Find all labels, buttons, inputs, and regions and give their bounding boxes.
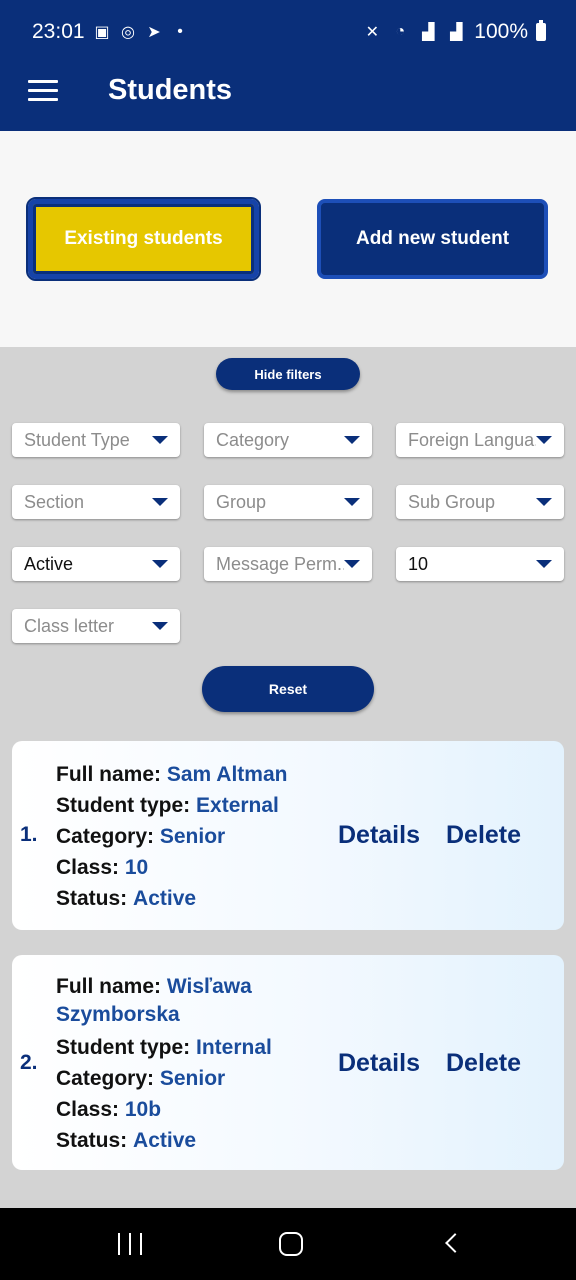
dropdown-label: Group — [216, 492, 267, 512]
student-type-value: Internal — [196, 1036, 272, 1059]
recent-apps-icon[interactable] — [118, 1233, 142, 1255]
mute-icon: ✕ — [365, 24, 379, 41]
full-name-label: Full name: — [56, 763, 162, 786]
status-label: Status: — [56, 887, 128, 910]
instagram-icon: ◎ — [121, 24, 135, 41]
home-icon[interactable] — [279, 1232, 303, 1256]
dropdown-value: Active — [24, 554, 74, 574]
dropdown-label: Sub Group — [408, 492, 496, 512]
add-new-student-button[interactable]: Add new student — [317, 199, 548, 279]
back-icon[interactable] — [445, 1233, 465, 1253]
status-label: Status: — [56, 1129, 128, 1152]
student-type-label: Student type: — [56, 794, 191, 817]
student-info: Full name: Sam Altman Student type: Exte… — [56, 759, 316, 914]
dropdown-label: Foreign Langua... — [408, 430, 536, 450]
signal-icon: ▟ — [450, 24, 463, 41]
student-index: 2. — [20, 1051, 38, 1074]
delete-button[interactable]: Delete — [446, 1049, 521, 1078]
full-name-label: Full name: — [56, 975, 162, 998]
group-dropdown[interactable]: Group — [204, 485, 372, 519]
class-letter-dropdown[interactable]: Class letter — [12, 609, 180, 643]
chevron-down-icon — [152, 498, 168, 506]
dropdown-value: 10 — [408, 554, 429, 574]
chevron-down-icon — [344, 498, 360, 506]
details-button[interactable]: Details — [338, 821, 420, 850]
chevron-down-icon — [536, 498, 552, 506]
signal-icon: ▟ — [422, 24, 435, 41]
gallery-icon: ▣ — [94, 24, 110, 41]
app-bar: Students — [0, 62, 576, 131]
details-button[interactable]: Details — [338, 1049, 420, 1078]
chevron-down-icon — [152, 436, 168, 444]
chevron-down-icon — [344, 436, 360, 444]
class-value: 10 — [124, 856, 149, 879]
hide-filters-button[interactable]: Hide filters — [216, 358, 360, 390]
chevron-down-icon — [344, 560, 360, 568]
student-type-label: Student type: — [56, 1036, 191, 1059]
student-info: Full name: Wisľawa Szymborska Student ty… — [56, 973, 316, 1156]
section-dropdown[interactable]: Section — [12, 485, 180, 519]
chevron-down-icon — [536, 436, 552, 444]
status-value: Active — [133, 887, 197, 910]
category-value: Senior — [159, 1067, 226, 1090]
chevron-down-icon — [536, 560, 552, 568]
status-value: Active — [133, 1129, 197, 1152]
class-label: Class: — [56, 856, 120, 879]
foreign-language-dropdown[interactable]: Foreign Langua... — [396, 423, 564, 457]
status-bar: 23:01 ▣ ◎ ➤ • ✕ ◔ ▟ ▟ 100% — [0, 0, 576, 62]
dropdown-label: Student Type — [24, 430, 130, 450]
class-value: 10b — [124, 1098, 162, 1121]
wifi-icon: ◔ — [395, 23, 406, 40]
chevron-down-icon — [152, 560, 168, 568]
status-dropdown[interactable]: Active — [12, 547, 180, 581]
category-label: Category: — [56, 1067, 155, 1090]
student-card: 2. Full name: Wisľawa Szymborska Student… — [12, 955, 564, 1170]
sub-group-dropdown[interactable]: Sub Group — [396, 485, 564, 519]
dropdown-label: Class letter — [24, 616, 115, 636]
category-value: Senior — [159, 825, 226, 848]
student-card: 1. Full name: Sam Altman Student type: E… — [12, 741, 564, 930]
delete-button[interactable]: Delete — [446, 821, 521, 850]
dot-icon: • — [177, 23, 183, 40]
hamburger-icon[interactable] — [28, 80, 58, 102]
class-dropdown[interactable]: 10 — [396, 547, 564, 581]
message-permission-dropdown[interactable]: Message Perm... — [204, 547, 372, 581]
telegram-icon: ➤ — [147, 24, 161, 41]
dropdown-label: Message Perm... — [216, 554, 344, 574]
status-time: 23:01 — [32, 20, 85, 43]
existing-students-button[interactable]: Existing students — [26, 197, 261, 281]
student-index: 1. — [20, 823, 38, 846]
dropdown-label: Section — [24, 492, 85, 512]
class-label: Class: — [56, 1098, 120, 1121]
system-nav-bar — [0, 1208, 576, 1280]
category-label: Category: — [56, 825, 155, 848]
student-type-value: External — [196, 794, 279, 817]
full-name-value: Sam Altman — [166, 763, 288, 786]
dropdown-label: Category — [216, 430, 290, 450]
page-title: Students — [108, 74, 233, 106]
battery-icon — [536, 20, 546, 41]
category-dropdown[interactable]: Category — [204, 423, 372, 457]
mode-switch-panel: Existing students Add new student — [0, 131, 576, 347]
battery-percent: 100% — [474, 20, 528, 43]
reset-button[interactable]: Reset — [202, 666, 374, 712]
chevron-down-icon — [152, 622, 168, 630]
student-type-dropdown[interactable]: Student Type — [12, 423, 180, 457]
